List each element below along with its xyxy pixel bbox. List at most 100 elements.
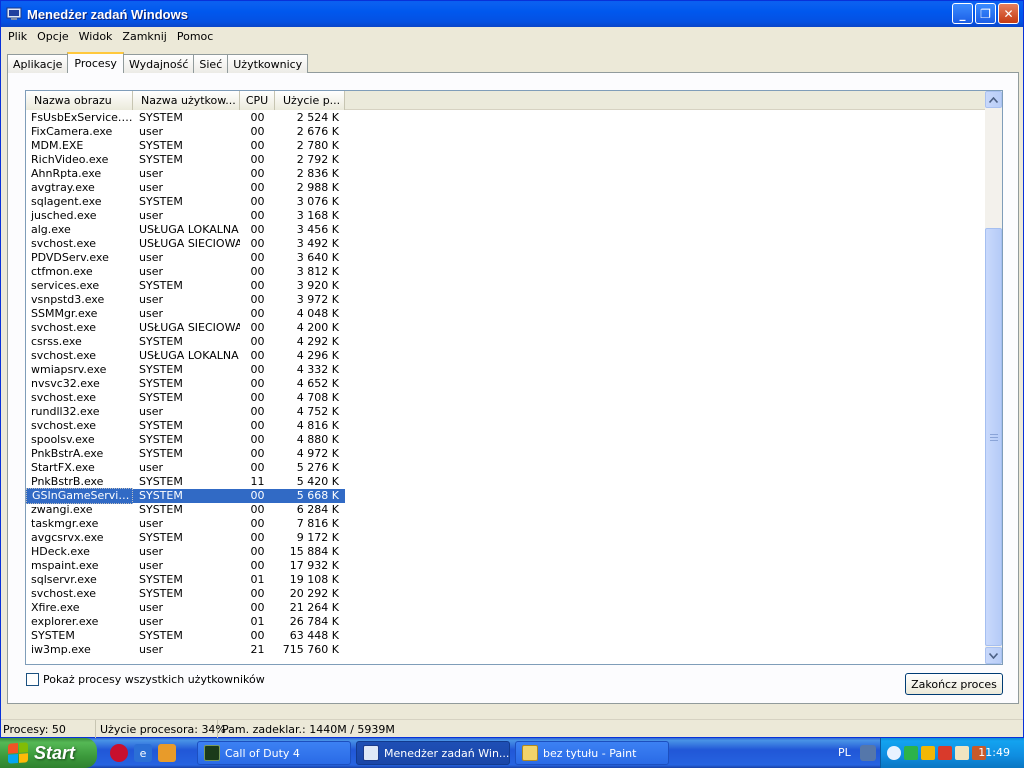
table-row[interactable]: explorer.exe user 01 26 784 K bbox=[26, 615, 986, 629]
table-row[interactable]: HDeck.exe user 00 15 884 K bbox=[26, 545, 986, 559]
process-image-name: spoolsv.exe bbox=[31, 433, 95, 446]
table-row[interactable]: svchost.exe SYSTEM 00 4 708 K bbox=[26, 391, 986, 405]
close-button[interactable]: ✕ bbox=[998, 3, 1019, 24]
tray-network-icon[interactable] bbox=[904, 746, 918, 760]
table-row[interactable]: avgcsrvx.exe SYSTEM 00 9 172 K bbox=[26, 531, 986, 545]
maximize-button[interactable]: ❐ bbox=[975, 3, 996, 24]
table-row[interactable]: mspaint.exe user 00 17 932 K bbox=[26, 559, 986, 573]
title-bar[interactable]: Menedżer zadań Windows _ ❐ ✕ bbox=[1, 1, 1023, 27]
table-row[interactable]: GSInGameService... SYSTEM 00 5 668 K bbox=[26, 488, 986, 504]
process-image-name: svchost.exe bbox=[31, 587, 97, 600]
scroll-down-button[interactable] bbox=[985, 647, 1002, 664]
table-row[interactable]: SYSTEM SYSTEM 00 63 448 K bbox=[26, 629, 986, 643]
end-process-button[interactable]: Zakończ proces bbox=[905, 673, 1003, 695]
table-row[interactable]: AhnRpta.exe user 00 2 836 K bbox=[26, 167, 986, 181]
menu-opcje[interactable]: Opcje bbox=[32, 30, 74, 43]
table-row[interactable]: StartFX.exe user 00 5 276 K bbox=[26, 461, 986, 475]
table-row[interactable]: services.exe SYSTEM 00 3 920 K bbox=[26, 279, 986, 293]
process-image-name: services.exe bbox=[31, 279, 100, 292]
start-button[interactable]: Start bbox=[0, 738, 97, 768]
process-memory: 3 812 K bbox=[296, 265, 339, 278]
menu-zamknij[interactable]: Zamknij bbox=[117, 30, 171, 43]
process-user-name: USŁUGA LOKALNA bbox=[139, 223, 239, 236]
menu-widok[interactable]: Widok bbox=[74, 30, 118, 43]
table-row[interactable]: MDM.EXE SYSTEM 00 2 780 K bbox=[26, 139, 986, 153]
table-row[interactable]: rundll32.exe user 00 4 752 K bbox=[26, 405, 986, 419]
table-row[interactable]: svchost.exe USŁUGA SIECIOWA 00 3 492 K bbox=[26, 237, 986, 251]
menu-bar: Plik Opcje Widok Zamknij Pomoc bbox=[1, 27, 1023, 45]
tab-wydajnosc[interactable]: Wydajność bbox=[122, 54, 195, 73]
column-header-memory[interactable]: Użycie p... bbox=[275, 91, 345, 110]
table-row[interactable]: FsUsbExService.Exe SYSTEM 00 2 524 K bbox=[26, 111, 986, 125]
show-all-users-checkbox[interactable] bbox=[26, 673, 39, 686]
table-row[interactable]: avgtray.exe user 00 2 988 K bbox=[26, 181, 986, 195]
tray-avg-icon[interactable] bbox=[921, 746, 935, 760]
table-row[interactable]: RichVideo.exe SYSTEM 00 2 792 K bbox=[26, 153, 986, 167]
table-row[interactable]: PnkBstrB.exe SYSTEM 11 5 420 K bbox=[26, 475, 986, 489]
table-row[interactable]: alg.exe USŁUGA LOKALNA 00 3 456 K bbox=[26, 223, 986, 237]
table-row[interactable]: PnkBstrA.exe SYSTEM 00 4 972 K bbox=[26, 447, 986, 461]
tab-siec[interactable]: Sieć bbox=[193, 54, 229, 73]
table-row[interactable]: svchost.exe USŁUGA SIECIOWA 00 4 200 K bbox=[26, 321, 986, 335]
scroll-thumb[interactable] bbox=[985, 228, 1002, 646]
vertical-scrollbar[interactable] bbox=[985, 91, 1002, 664]
scroll-up-button[interactable] bbox=[985, 91, 1002, 108]
process-user-name: SYSTEM bbox=[139, 363, 183, 376]
tray-app-icon[interactable] bbox=[938, 746, 952, 760]
process-list[interactable]: Nazwa obrazu Nazwa użytkow... CPU Użycie… bbox=[25, 90, 1003, 665]
table-row[interactable]: spoolsv.exe SYSTEM 00 4 880 K bbox=[26, 433, 986, 447]
table-row[interactable]: svchost.exe SYSTEM 00 20 292 K bbox=[26, 587, 986, 601]
process-memory: 5 668 K bbox=[275, 489, 345, 503]
process-user-name: SYSTEM bbox=[139, 195, 183, 208]
process-user-name: user bbox=[139, 293, 163, 306]
table-row[interactable]: svchost.exe USŁUGA LOKALNA 00 4 296 K bbox=[26, 349, 986, 363]
show-all-users-option[interactable]: Pokaż procesy wszystkich użytkowników bbox=[26, 673, 265, 686]
taskbar-item-call-of-duty[interactable]: Call of Duty 4 bbox=[197, 741, 351, 765]
process-memory: 4 972 K bbox=[296, 447, 339, 460]
tab-procesy[interactable]: Procesy bbox=[67, 52, 124, 73]
table-row[interactable]: ctfmon.exe user 00 3 812 K bbox=[26, 265, 986, 279]
table-row[interactable]: jusched.exe user 00 3 168 K bbox=[26, 209, 986, 223]
process-memory: 15 884 K bbox=[289, 545, 339, 558]
keyboard-icon[interactable] bbox=[860, 745, 876, 761]
table-row[interactable]: sqlservr.exe SYSTEM 01 19 108 K bbox=[26, 573, 986, 587]
table-row[interactable]: svchost.exe SYSTEM 00 4 816 K bbox=[26, 419, 986, 433]
process-user-name: user bbox=[139, 517, 163, 530]
table-row[interactable]: nvsvc32.exe SYSTEM 00 4 652 K bbox=[26, 377, 986, 391]
menu-pomoc[interactable]: Pomoc bbox=[172, 30, 218, 43]
column-header-cpu[interactable]: CPU bbox=[240, 91, 275, 110]
process-image-name: PDVDServ.exe bbox=[31, 251, 109, 264]
tray-expand-icon[interactable] bbox=[887, 746, 901, 760]
list-header: Nazwa obrazu Nazwa użytkow... CPU Użycie… bbox=[26, 91, 986, 110]
table-row[interactable]: FixCamera.exe user 00 2 676 K bbox=[26, 125, 986, 139]
table-row[interactable]: Xfire.exe user 00 21 264 K bbox=[26, 601, 986, 615]
taskbar-item-paint[interactable]: bez tytułu - Paint bbox=[515, 741, 669, 765]
ie-shortcut-icon[interactable]: e bbox=[134, 744, 152, 762]
table-row[interactable]: sqlagent.exe SYSTEM 00 3 076 K bbox=[26, 195, 986, 209]
tab-aplikacje[interactable]: Aplikacje bbox=[7, 54, 69, 73]
tab-strip: Aplikacje Procesy Wydajność Sieć Użytkow… bbox=[7, 52, 309, 73]
process-user-name: SYSTEM bbox=[139, 139, 183, 152]
minimize-button[interactable]: _ bbox=[952, 3, 973, 24]
language-indicator[interactable]: PL bbox=[838, 746, 851, 759]
process-memory: 2 988 K bbox=[296, 181, 339, 194]
process-image-name: sqlservr.exe bbox=[31, 573, 97, 586]
table-row[interactable]: PDVDServ.exe user 00 3 640 K bbox=[26, 251, 986, 265]
menu-plik[interactable]: Plik bbox=[3, 30, 32, 43]
antivirus-shortcut-icon[interactable] bbox=[110, 744, 128, 762]
process-user-name: SYSTEM bbox=[139, 531, 183, 544]
table-row[interactable]: SSMMgr.exe user 00 4 048 K bbox=[26, 307, 986, 321]
table-row[interactable]: vsnpstd3.exe user 00 3 972 K bbox=[26, 293, 986, 307]
process-user-name: SYSTEM bbox=[139, 377, 183, 390]
column-header-user-name[interactable]: Nazwa użytkow... bbox=[133, 91, 240, 110]
table-row[interactable]: taskmgr.exe user 00 7 816 K bbox=[26, 517, 986, 531]
column-header-image-name[interactable]: Nazwa obrazu bbox=[26, 91, 133, 110]
table-row[interactable]: iw3mp.exe user 21 715 760 K bbox=[26, 643, 986, 657]
table-row[interactable]: wmiapsrv.exe SYSTEM 00 4 332 K bbox=[26, 363, 986, 377]
media-shortcut-icon[interactable] bbox=[158, 744, 176, 762]
tray-volume-icon[interactable] bbox=[955, 746, 969, 760]
tab-uzytkownicy[interactable]: Użytkownicy bbox=[227, 54, 309, 73]
table-row[interactable]: csrss.exe SYSTEM 00 4 292 K bbox=[26, 335, 986, 349]
taskbar-item-task-manager[interactable]: Menedżer zadań Win... bbox=[356, 741, 510, 765]
table-row[interactable]: zwangi.exe SYSTEM 00 6 284 K bbox=[26, 503, 986, 517]
